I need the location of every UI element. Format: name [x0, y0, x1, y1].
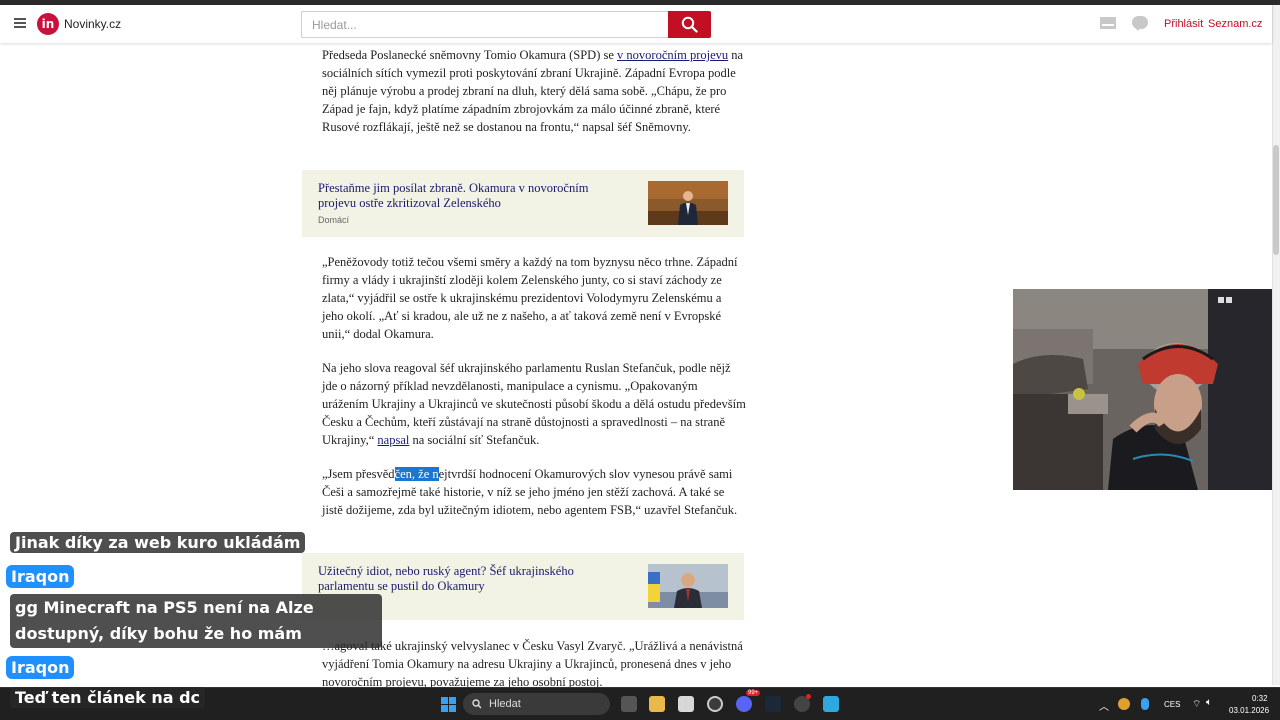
search-icon [472, 699, 482, 709]
app-icon-2[interactable] [823, 696, 839, 712]
windows-start-icon[interactable] [441, 697, 456, 712]
search-button[interactable] [668, 11, 711, 38]
chat-username: Iraqon [6, 656, 75, 679]
scrollbar-thumb[interactable] [1273, 145, 1279, 255]
page-scrollbar[interactable] [1272, 5, 1280, 685]
napsal-link[interactable]: napsal [377, 433, 409, 447]
selected-text: čen, že n [394, 467, 439, 481]
related-article-title-2[interactable]: Užitečný idiot, nebo ruský agent? Šéf uk… [318, 564, 618, 594]
taskbar-search[interactable]: Hledat [463, 693, 610, 715]
article-paragraph-1: Předseda Poslanecké sněmovny Tomio Okamu… [322, 48, 744, 134]
login-link[interactable]: Přihlásit [1164, 18, 1203, 30]
related-article-category: Domácí [318, 215, 350, 225]
site-name[interactable]: Novinky.cz [64, 17, 121, 31]
webcam-overlay [1013, 289, 1280, 490]
novorocni-projev-link[interactable]: v novoročním projevu [617, 48, 728, 62]
tray-app-icon[interactable] [1118, 698, 1130, 710]
article-paragraph-5: …agoval také ukrajinský velvyslanec v Če… [322, 639, 743, 689]
article-thumbnail-image[interactable] [648, 181, 728, 225]
language-indicator[interactable]: CES [1164, 700, 1180, 709]
related-article-box[interactable]: Přestaňme jim posílat zbraně. Okamura v … [302, 170, 744, 237]
microphone-icon[interactable] [1141, 698, 1149, 710]
task-view-icon[interactable] [621, 696, 637, 712]
mail-icon[interactable] [1100, 17, 1116, 29]
chat-message: Jinak díky za web kuro ukládám [10, 532, 306, 553]
file-explorer-icon[interactable] [649, 696, 665, 712]
novinky-logo-icon[interactable]: in [37, 13, 59, 35]
related-article-title[interactable]: Přestaňme jim posílat zbraně. Okamura v … [318, 181, 618, 211]
chat-username: Iraqon [6, 565, 75, 588]
clock-time[interactable]: 0:32 [1252, 694, 1268, 703]
app-icon[interactable] [707, 696, 723, 712]
seznam-link[interactable]: Seznam.cz [1208, 18, 1262, 30]
article-paragraph-3: Na jeho slova reagoval šéf ukrajinského … [322, 361, 746, 447]
site-header: in Novinky.cz Přihlásit Seznam.cz [0, 5, 1272, 43]
search-icon [681, 16, 698, 33]
steam-icon[interactable] [765, 696, 781, 712]
clock-date[interactable]: 03.01.2026 [1229, 706, 1269, 715]
notification-badge: 99+ [746, 690, 761, 696]
recording-indicator-icon [806, 694, 811, 699]
menu-icon[interactable] [14, 18, 26, 28]
article-paragraph-2: „Peněžovody totiž tečou všemi směry a ka… [322, 255, 738, 341]
chat-bubble-icon[interactable] [1132, 16, 1148, 31]
wifi-icon[interactable]: ⌔ [1192, 698, 1201, 711]
chat-message: Teď ten článek na dc [10, 687, 206, 708]
store-icon[interactable] [678, 696, 694, 712]
article-thumbnail-image-2[interactable] [648, 564, 728, 608]
search-input[interactable] [301, 11, 668, 38]
discord-icon[interactable] [736, 696, 752, 712]
chat-message: gg Minecraft na PS5 není na Alze dostupn… [10, 594, 382, 648]
tray-chevron-icon[interactable]: ︿ [1099, 698, 1109, 713]
article-paragraph-4: „Jsem přesvědčen, že nejtvrdší hodnocení… [322, 467, 738, 517]
volume-icon[interactable]: 🔈︎ [1206, 697, 1212, 708]
